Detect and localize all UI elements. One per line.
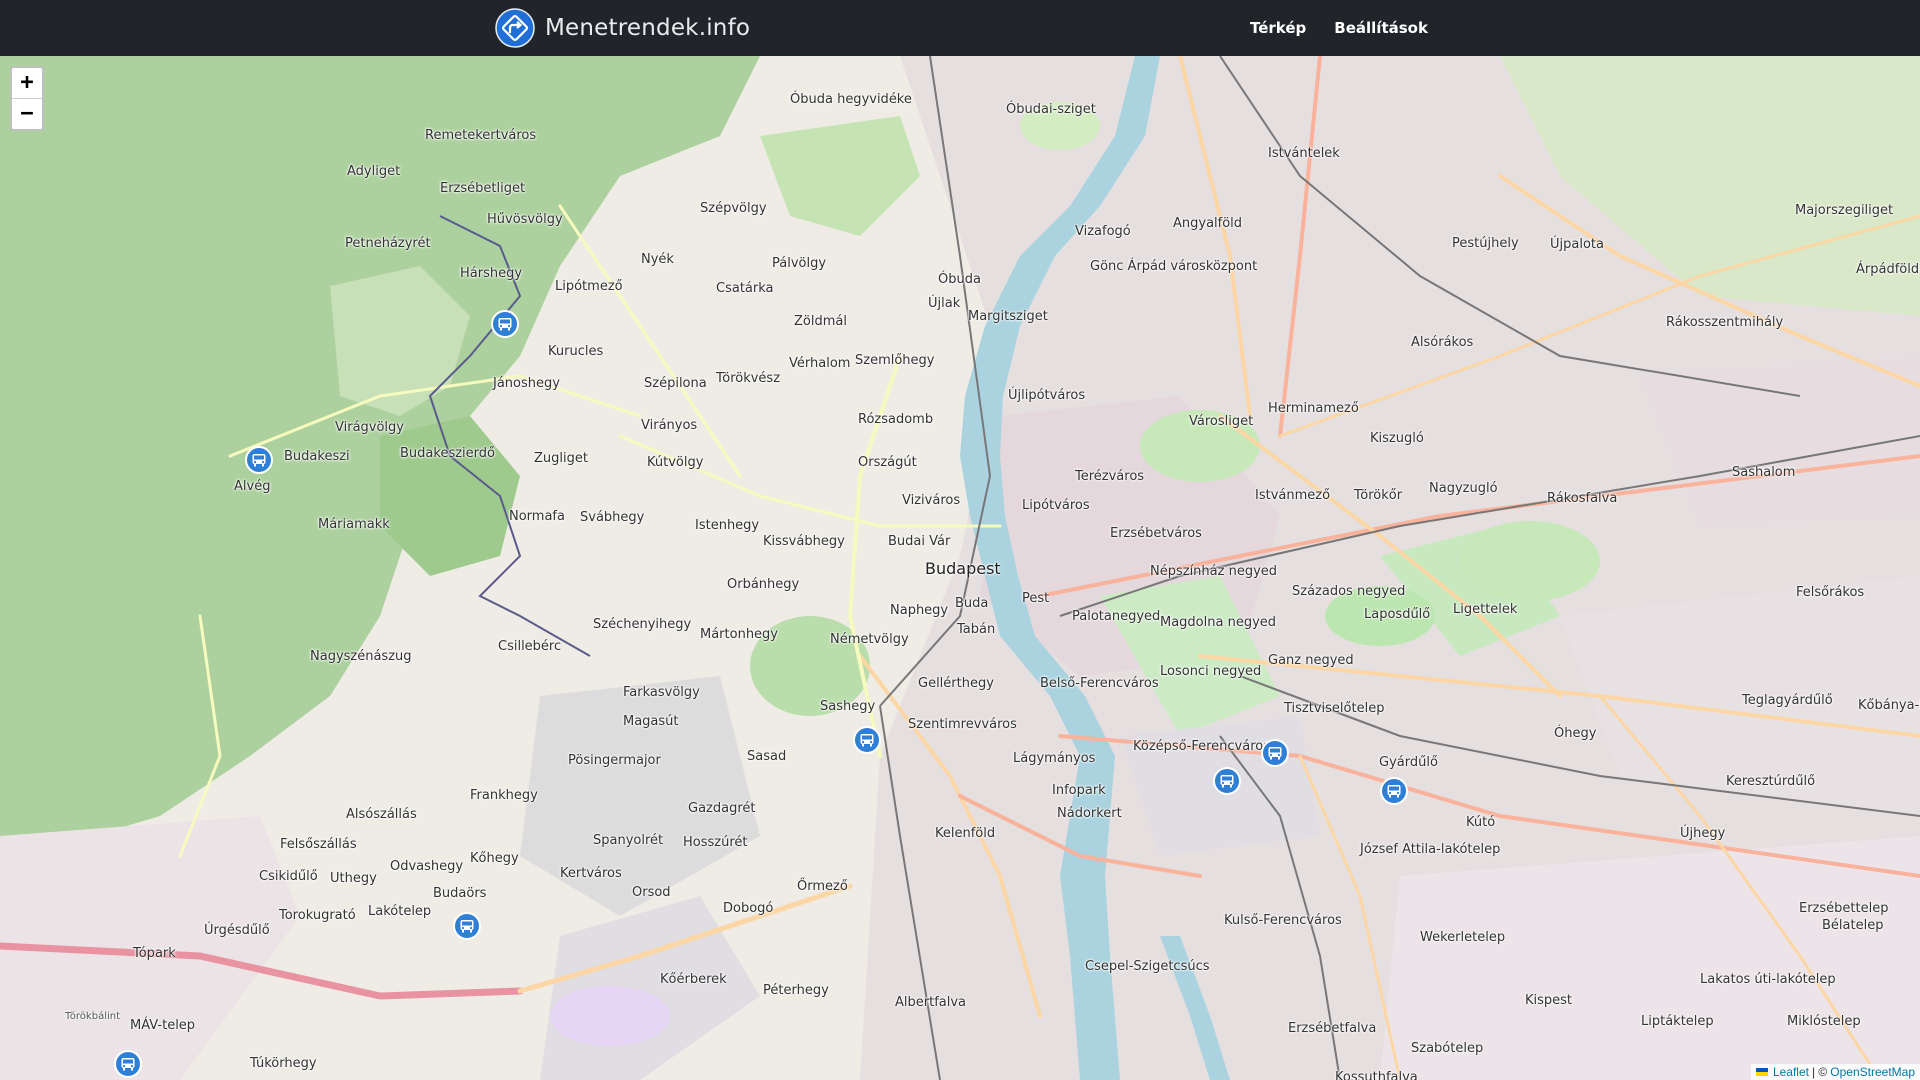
nav-link-settings[interactable]: Beállítások <box>1334 19 1428 37</box>
map-tiles <box>0 56 1920 1080</box>
top-navbar: Menetrendek.info Térkép Beállítások <box>0 0 1920 56</box>
bus-stop-kozepso-ferencvaros-bus-icon[interactable] <box>1212 766 1242 796</box>
bus-stop-szentimrevaros-bus-icon[interactable] <box>852 725 882 755</box>
zoom-out-button[interactable]: − <box>12 99 42 129</box>
zoom-control: + − <box>10 66 44 131</box>
ukraine-flag-icon <box>1755 1068 1768 1076</box>
bus-stop-kurucles-bus-icon[interactable] <box>490 309 520 339</box>
zoom-in-button[interactable]: + <box>12 68 42 99</box>
brand-link[interactable]: Menetrendek.info <box>495 8 750 48</box>
bus-stop-nepliget-bus-icon[interactable] <box>1260 738 1290 768</box>
openstreetmap-link[interactable]: OpenStreetMap <box>1830 1065 1915 1079</box>
nav-link-map[interactable]: Térkép <box>1250 19 1306 37</box>
leaflet-link[interactable]: Leaflet <box>1773 1065 1809 1079</box>
nav-links: Térkép Beállítások <box>1250 0 1428 56</box>
bus-stop-torokbalint-bus-icon[interactable] <box>113 1049 143 1079</box>
map-attribution: Leaflet | © OpenStreetMap <box>1750 1064 1920 1080</box>
directions-logo-icon <box>495 8 535 48</box>
bus-stop-budaors-bus-icon[interactable] <box>452 911 482 941</box>
bus-stop-budakeszi-bus-icon[interactable] <box>244 445 274 475</box>
attribution-separator: | © <box>1811 1065 1828 1079</box>
brand-name: Menetrendek.info <box>545 15 751 41</box>
bus-stop-gyardulo-bus-icon[interactable] <box>1379 776 1409 806</box>
map-canvas[interactable]: Budapest Óbuda Buda Pest Tabán Budai Vár Újlak… <box>0 56 1920 1080</box>
